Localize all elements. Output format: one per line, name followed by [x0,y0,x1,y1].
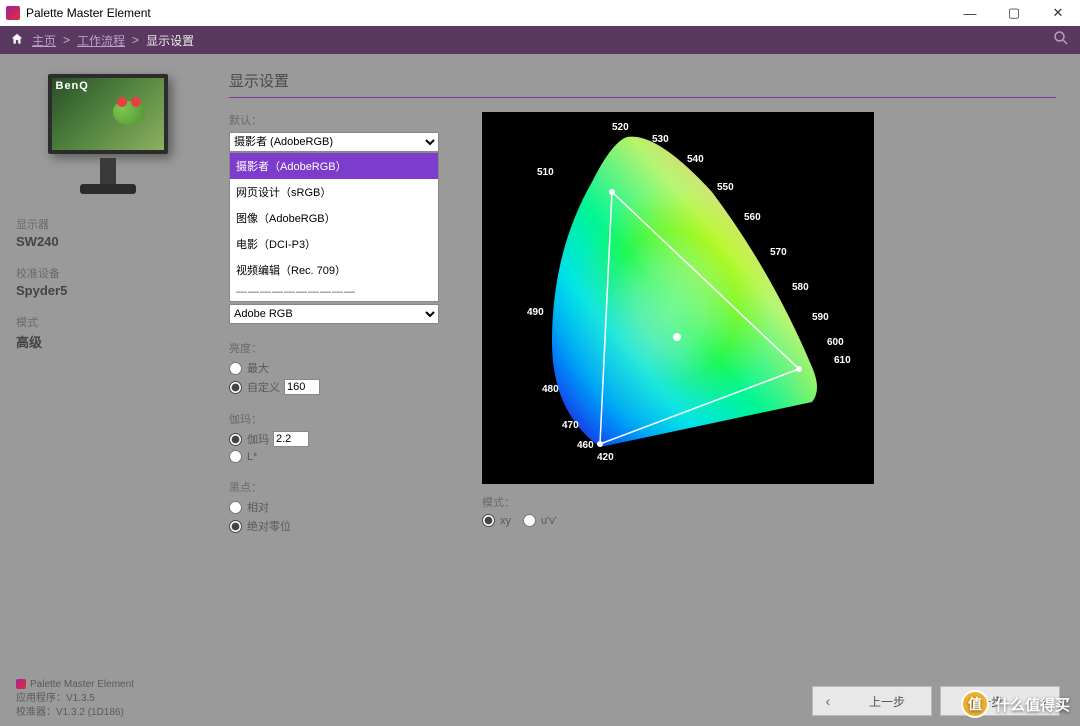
mode-xy-label: xy [500,515,511,527]
page-title: 显示设置 [229,70,1056,91]
mode-value: 高级 [16,332,189,351]
footer-appver: 应用程序：V1.3.5 [16,692,134,706]
mode-label: 模式 [16,314,189,330]
gamma-label: 伽玛： [229,411,454,427]
settings-column: 默认： 摄影者 (AdobeRGB) 摄影者（AdobeRGB） 网页设计（sR… [229,112,454,537]
footer-app-icon [16,679,26,689]
search-icon[interactable] [1052,29,1070,52]
brightness-custom-input[interactable] [284,379,320,395]
preset-option[interactable]: 视频编辑（Rec. 709） [230,257,438,283]
watermark-badge-icon: 值 [961,690,989,718]
brightness-label: 亮度： [229,340,454,356]
colorspace-select[interactable]: Adobe RGB [229,304,439,324]
preset-select[interactable]: 摄影者 (AdobeRGB) [229,132,439,152]
sidebar: BenQ 显示器 SW240 校准设备 Spyder5 模式 高级 [0,54,205,726]
preset-option[interactable]: 图像（AdobeRGB） [230,205,438,231]
window-title: Palette Master Element [26,6,151,20]
prev-label: 上一步 [843,693,931,710]
preset-divider: —————————— [230,283,438,301]
gamma-lstar-label: L* [247,451,257,463]
brightness-max-label: 最大 [247,360,269,376]
monitor-label: 显示器 [16,216,189,232]
blackpoint-relative-label: 相对 [247,499,269,515]
breadcrumb-sep: > [63,33,70,47]
chromaticity-column: 520 530 540 550 560 570 580 590 600 610 … [482,112,874,537]
blackpoint-absolute-label: 绝对零位 [247,518,291,534]
home-icon[interactable] [10,32,24,49]
monitor-image: BenQ [28,66,178,196]
gamma-gamma-radio[interactable] [229,433,242,446]
maximize-button[interactable]: ▢ [992,0,1036,26]
breadcrumb-current: 显示设置 [146,32,194,49]
close-button[interactable]: ✕ [1036,0,1080,26]
preset-option[interactable]: 摄影者（AdobeRGB） [230,153,438,179]
mode-uv-label: u'v' [541,515,557,527]
device-label: 校准设备 [16,265,189,281]
chart-mode-label: 模式： [482,494,874,510]
prev-button[interactable]: ‹ 上一步 [812,686,932,716]
breadcrumb-sep: > [132,33,139,47]
blackpoint-absolute-radio[interactable] [229,520,242,533]
content-pane: 显示设置 默认： 摄影者 (AdobeRGB) 摄影者（AdobeRGB） 网页… [205,54,1080,726]
device-value: Spyder5 [16,283,189,298]
chevron-left-icon: ‹ [813,693,843,709]
brightness-custom-label: 自定义 [247,379,280,395]
preset-dropdown-list: 摄影者（AdobeRGB） 网页设计（sRGB） 图像（AdobeRGB） 电影… [229,152,439,302]
app-icon [6,6,20,20]
window-controls: — ▢ ✕ [948,0,1080,26]
monitor-value: SW240 [16,234,189,249]
gamma-value-input[interactable] [273,431,309,447]
gamma-lstar-radio[interactable] [229,450,242,463]
breadcrumb-workflow[interactable]: 工作流程 [77,32,125,49]
brightness-max-radio[interactable] [229,362,242,375]
blackpoint-label: 黑点： [229,479,454,495]
footer-appname: Palette Master Element [30,679,134,690]
gamma-gamma-label: 伽玛 [247,431,269,447]
chromaticity-diagram: 520 530 540 550 560 570 580 590 600 610 … [482,112,874,484]
brightness-custom-radio[interactable] [229,381,242,394]
watermark: 值 什么值得买 [961,690,1070,718]
minimize-button[interactable]: — [948,0,992,26]
preset-option[interactable]: 网页设计（sRGB） [230,179,438,205]
breadcrumb: 主页 > 工作流程 > 显示设置 [0,26,1080,54]
blackpoint-relative-radio[interactable] [229,501,242,514]
window-titlebar: Palette Master Element — ▢ ✕ [0,0,1080,26]
mode-uv-radio[interactable] [523,514,536,527]
divider [229,97,1056,98]
breadcrumb-home[interactable]: 主页 [32,32,56,49]
preset-option[interactable]: 电影（DCI-P3） [230,231,438,257]
monitor-brand: BenQ [56,80,89,92]
watermark-text: 什么值得买 [995,694,1070,715]
preset-label: 默认： [229,112,454,128]
footer-info: Palette Master Element 应用程序：V1.3.5 校准器：V… [16,678,134,720]
footer-calver: 校准器：V1.3.2 (1D186) [16,706,134,720]
mode-xy-radio[interactable] [482,514,495,527]
